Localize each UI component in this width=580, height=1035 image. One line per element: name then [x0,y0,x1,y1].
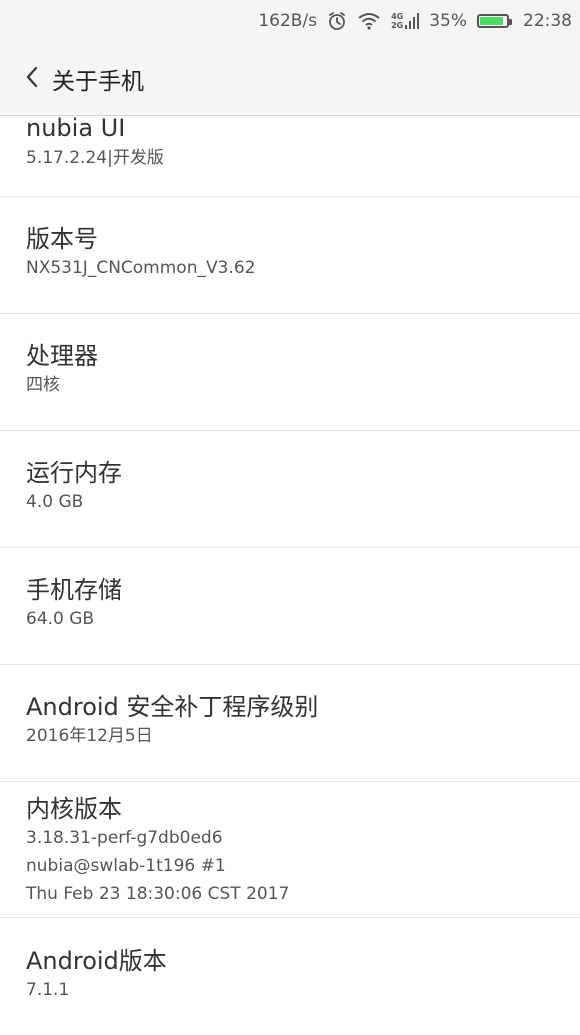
item-value: NX531J_CNCommon_V3.62 [26,258,256,278]
item-value: 3.18.31-perf-g7db0ed6 [26,828,223,848]
item-title: 处理器 [26,342,98,370]
status-bar: 162B/s 4G 2G 35% 22:38 [0,0,580,42]
item-value: 64.0 GB [26,609,95,629]
item-title: Android版本 [26,947,167,975]
item-value: Thu Feb 23 18:30:06 CST 2017 [26,884,290,904]
battery-percent: 35% [429,11,467,31]
item-value: 4.0 GB [26,492,84,512]
network-speed: 162B/s [258,11,318,31]
signal-icon: 4G 2G [391,12,420,30]
wifi-icon [357,11,381,31]
title-bar: 关于手机 [0,42,580,116]
list-item-storage[interactable]: 手机存储 64.0 GB [0,548,580,665]
list-item-processor[interactable]: 处理器 四核 [0,314,580,431]
item-title: 版本号 [26,225,98,253]
about-phone-list: nubia UI 5.17.2.24|开发版 版本号 NX531J_CNComm… [0,116,580,1035]
chevron-left-icon [25,65,39,93]
page-title: 关于手机 [52,68,144,95]
item-title: 运行内存 [26,459,122,487]
list-item-ram[interactable]: 运行内存 4.0 GB [0,431,580,548]
alarm-icon [327,11,347,31]
network-type: 4G 2G [391,12,404,30]
list-item-android-version[interactable]: Android版本 7.1.1 [0,918,580,1035]
item-title: Android 安全补丁程序级别 [26,693,319,721]
item-title: 手机存储 [26,576,122,604]
list-item-kernel-version[interactable]: 内核版本 3.18.31-perf-g7db0ed6 nubia@swlab-1… [0,782,580,918]
item-value: nubia@swlab-1t196 #1 [26,856,226,876]
item-value: 2016年12月5日 [26,726,153,746]
item-value: 四核 [26,375,60,395]
item-title: nubia UI [26,114,126,142]
list-item-security-patch[interactable]: Android 安全补丁程序级别 2016年12月5日 [0,665,580,782]
item-value: 7.1.1 [26,980,70,1000]
item-value: 5.17.2.24|开发版 [26,148,164,168]
back-button[interactable] [8,42,56,116]
battery-level [480,17,504,25]
battery-icon [477,14,512,28]
item-title: 内核版本 [26,795,122,823]
clock: 22:38 [523,11,572,31]
list-item-build-number[interactable]: 版本号 NX531J_CNCommon_V3.62 [0,197,580,314]
list-item-nubia-ui[interactable]: nubia UI 5.17.2.24|开发版 [0,116,580,197]
